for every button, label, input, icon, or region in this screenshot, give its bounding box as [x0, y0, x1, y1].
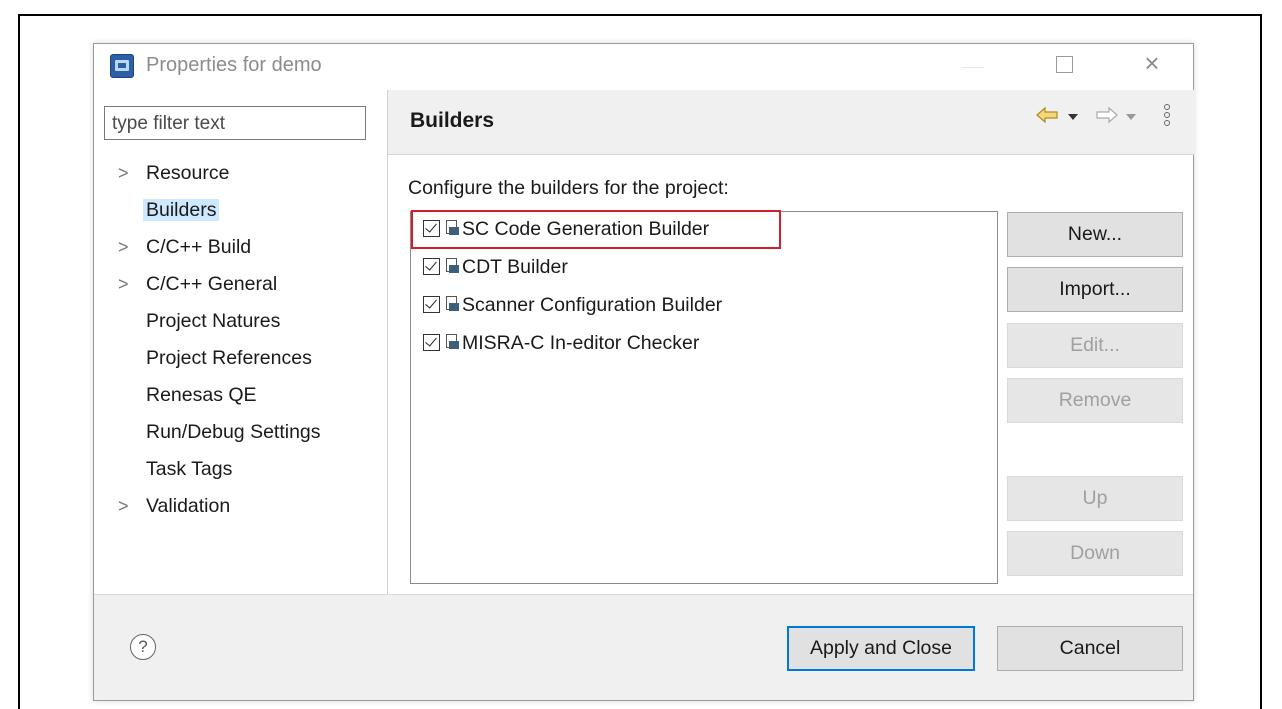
tree-item-label: Project References — [146, 347, 312, 369]
tree-item-cc-general[interactable]: > C/C++ General — [104, 269, 384, 306]
page-title: Builders — [410, 109, 495, 132]
tree-item-run-debug-settings[interactable]: Run/Debug Settings — [104, 417, 384, 454]
forward-dropdown-icon[interactable] — [1126, 114, 1136, 120]
tree-item-label: C/C++ Build — [146, 236, 252, 258]
property-tree: > Resource Builders > C/C++ Build > C/C++ G… — [104, 158, 384, 528]
app-icon — [110, 54, 134, 78]
tree-item-cc-build[interactable]: > C/C++ Build — [104, 232, 384, 269]
builder-checkbox[interactable] — [423, 333, 440, 351]
apply-and-close-button[interactable]: Apply and Close — [787, 626, 975, 671]
edit-button[interactable]: Edit... — [1007, 323, 1183, 368]
builder-icon — [444, 333, 460, 351]
highlight-box — [411, 210, 781, 249]
tree-item-label: Task Tags — [146, 458, 233, 480]
view-menu-icon[interactable] — [1164, 104, 1170, 126]
back-dropdown-icon[interactable] — [1068, 114, 1078, 120]
up-button[interactable]: Up — [1007, 476, 1183, 521]
minimize-button[interactable] — [962, 67, 984, 68]
tree-item-project-references[interactable]: Project References — [104, 343, 384, 380]
list-item[interactable]: CDT Builder — [423, 252, 568, 282]
window-title: Properties for demo — [146, 54, 322, 76]
tree-item-resource[interactable]: > Resource — [104, 158, 384, 195]
builder-label: CDT Builder — [462, 256, 568, 278]
tree-item-label: Renesas QE — [146, 384, 257, 406]
builder-checkbox[interactable] — [423, 257, 440, 275]
tree-item-label: Run/Debug Settings — [146, 421, 321, 443]
back-arrow-icon[interactable] — [1036, 106, 1058, 124]
chevron-right-icon[interactable]: > — [118, 491, 129, 521]
close-icon: × — [1144, 48, 1160, 78]
tree-item-label: Validation — [146, 495, 231, 517]
tree-item-validation[interactable]: > Validation — [104, 491, 384, 528]
tree-item-task-tags[interactable]: Task Tags — [104, 454, 384, 491]
builder-label: Scanner Configuration Builder — [462, 294, 723, 316]
tree-item-builders[interactable]: Builders — [104, 195, 384, 232]
tree-item-project-natures[interactable]: Project Natures — [104, 306, 384, 343]
list-item[interactable]: Scanner Configuration Builder — [423, 290, 722, 320]
chevron-right-icon[interactable]: > — [118, 232, 129, 262]
properties-dialog: Properties for demo × type filter text >… — [93, 43, 1194, 701]
cancel-button[interactable]: Cancel — [997, 626, 1183, 671]
tree-item-label: Project Natures — [146, 310, 281, 332]
panel-divider[interactable] — [387, 90, 388, 594]
builder-icon — [444, 257, 460, 275]
builders-list: SC Code Generation Builder CDT Builder S… — [410, 211, 998, 584]
import-button[interactable]: Import... — [1007, 267, 1183, 312]
forward-arrow-icon[interactable] — [1096, 106, 1118, 124]
page-description: Configure the builders for the project: — [408, 177, 729, 199]
builder-icon — [444, 295, 460, 313]
chevron-right-icon[interactable]: > — [118, 269, 129, 299]
tree-item-label: C/C++ General — [146, 273, 278, 295]
new-button[interactable]: New... — [1007, 212, 1183, 257]
page-header: Builders — [388, 90, 1194, 154]
maximize-button[interactable] — [1056, 56, 1073, 73]
help-icon[interactable]: ? — [130, 634, 156, 660]
tree-item-label: Builders — [143, 199, 220, 221]
header-separator — [388, 154, 1194, 155]
close-button[interactable]: × — [1138, 49, 1166, 77]
list-item[interactable]: MISRA-C In-editor Checker — [423, 328, 699, 358]
remove-button[interactable]: Remove — [1007, 378, 1183, 423]
title-bar: Properties for demo × — [94, 44, 1193, 90]
dialog-footer: ? Apply and Close Cancel — [94, 594, 1193, 700]
builder-checkbox[interactable] — [423, 295, 440, 313]
tree-item-renesas-qe[interactable]: Renesas QE — [104, 380, 384, 417]
builder-label: MISRA-C In-editor Checker — [462, 332, 700, 354]
chevron-right-icon[interactable]: > — [118, 158, 129, 188]
filter-input[interactable]: type filter text — [104, 106, 366, 140]
down-button[interactable]: Down — [1007, 531, 1183, 576]
tree-item-label: Resource — [146, 162, 230, 184]
